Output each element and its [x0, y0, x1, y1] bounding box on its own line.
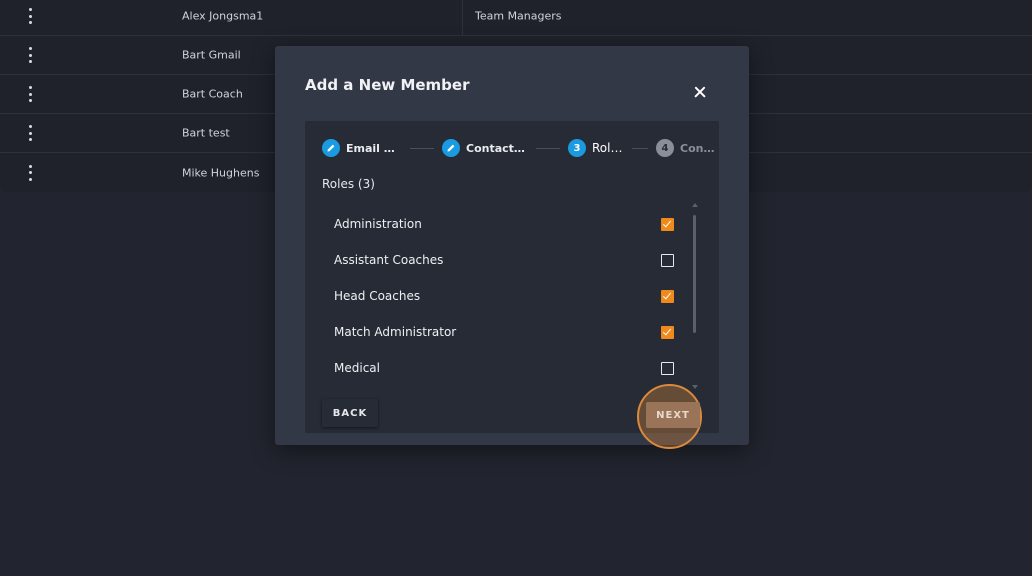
role-checkbox[interactable] [661, 289, 674, 303]
role-name: Match Administrator [334, 325, 457, 339]
scroll-down-icon[interactable] [692, 385, 698, 389]
back-button[interactable]: BACK [322, 399, 378, 427]
role-name: Administration [334, 217, 422, 231]
list-item[interactable]: Assistant Coaches [322, 242, 688, 278]
step-label: Contact D... [466, 141, 528, 155]
member-name: Bart test [182, 126, 230, 140]
list-item[interactable]: Match Administrator [322, 314, 688, 350]
add-member-dialog: Add a New Member Email Ad... Contact D..… [275, 46, 749, 449]
step-connector [410, 147, 434, 149]
close-icon[interactable] [689, 81, 711, 103]
role-checkbox[interactable] [661, 217, 674, 231]
role-checkbox[interactable] [661, 253, 674, 267]
step-label: Email Ad... [346, 141, 402, 155]
member-name: Bart Coach [182, 87, 243, 101]
member-name: Bart Gmail [182, 48, 241, 62]
more-options-icon[interactable] [24, 86, 36, 102]
roles-scrollbar[interactable] [691, 203, 699, 389]
column-divider [462, 0, 463, 35]
list-item[interactable]: Administration [322, 206, 688, 242]
step-label: Roles [592, 141, 624, 155]
step-email-address[interactable]: Email Ad... [322, 139, 402, 157]
step-label: Confi... [680, 141, 718, 155]
more-options-icon[interactable] [24, 47, 36, 63]
scroll-thumb[interactable] [693, 215, 696, 333]
step-number: 3 [568, 139, 586, 157]
role-name: Medical [334, 361, 380, 375]
member-name: Mike Hughens [182, 166, 260, 179]
role-checkbox[interactable] [661, 325, 674, 339]
role-name: Assistant Coaches [334, 253, 444, 267]
roles-list: Administration Assistant Coaches Head Co… [322, 206, 688, 386]
pencil-icon [322, 139, 340, 157]
pencil-icon [442, 139, 460, 157]
dialog-title: Add a New Member [305, 76, 470, 94]
table-row[interactable]: Alex Jongsma1 Team Managers [0, 0, 1032, 36]
scroll-up-icon[interactable] [692, 203, 698, 207]
more-options-icon[interactable] [24, 8, 36, 24]
roles-heading: Roles (3) [322, 177, 375, 191]
step-number: 4 [656, 139, 674, 157]
list-item[interactable]: Medical [322, 350, 688, 386]
role-name: Head Coaches [334, 289, 421, 303]
step-confirm[interactable]: 4 Confi... [656, 139, 718, 157]
stepper: Email Ad... Contact D... 3 Roles 4 Confi… [322, 138, 718, 158]
more-options-icon[interactable] [24, 125, 36, 141]
step-connector [536, 147, 560, 149]
step-connector [632, 147, 648, 149]
step-contact-details[interactable]: Contact D... [442, 139, 528, 157]
member-name: Alex Jongsma1 [182, 9, 264, 23]
next-button[interactable]: NEXT [646, 402, 700, 428]
dialog-body: Email Ad... Contact D... 3 Roles 4 Confi… [305, 121, 719, 449]
list-item[interactable]: Head Coaches [322, 278, 688, 314]
more-options-icon[interactable] [24, 164, 36, 181]
role-checkbox[interactable] [661, 361, 674, 375]
step-roles[interactable]: 3 Roles [568, 139, 624, 157]
member-role: Team Managers [475, 9, 562, 23]
